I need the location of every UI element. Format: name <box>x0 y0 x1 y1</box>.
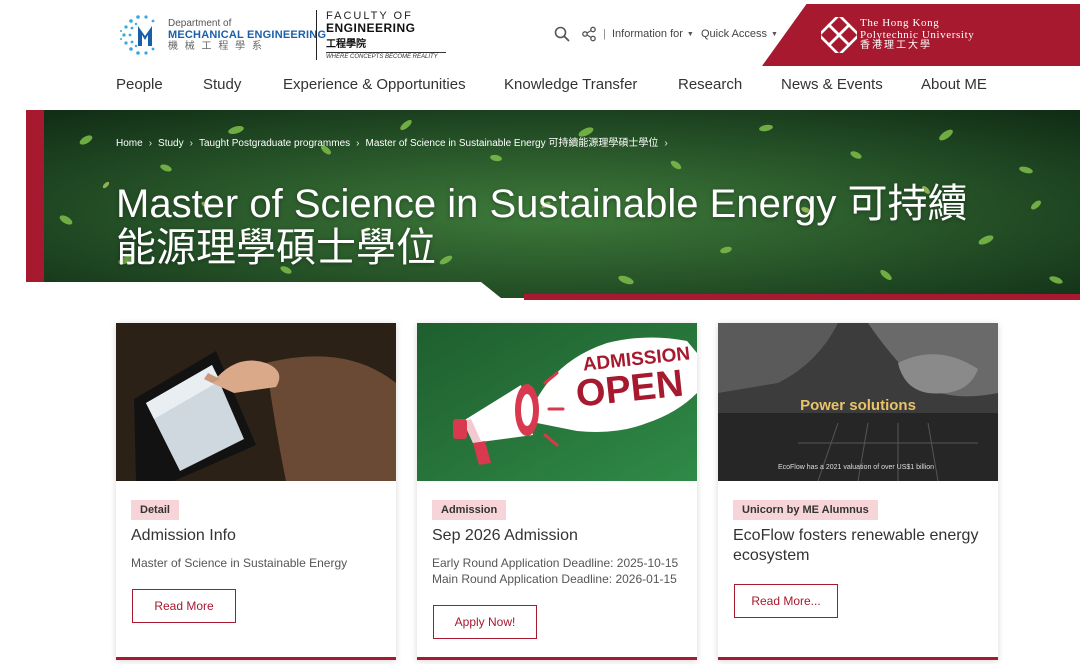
chevron-right-icon: › <box>148 138 153 149</box>
caret-down-icon: ▼ <box>771 30 778 38</box>
image-caption: EcoFlow has a 2021 valuation of over US$… <box>778 464 934 471</box>
dept-me-logo-icon <box>120 15 155 55</box>
breadcrumb: Home › Study › Taught Postgraduate programme… <box>116 134 674 149</box>
power-solutions-text: Power solutions <box>800 397 916 414</box>
nav-item-news-events[interactable]: News & Events <box>781 76 883 93</box>
card-ecoflow: Power solutions EcoFlow has a 2021 valua… <box>718 323 998 660</box>
breadcrumb-taught-postgraduate[interactable]: Taught Postgraduate programmes <box>199 138 350 149</box>
information-for-menu[interactable]: Information for ▼ <box>612 24 694 44</box>
search-button[interactable] <box>554 24 572 44</box>
faculty-logo-line2: ENGINEERING <box>326 21 416 35</box>
power-solutions-image: Power solutions EcoFlow has a 2021 valua… <box>718 323 998 481</box>
card-title[interactable]: EcoFlow fosters renewable energy ecosyst… <box>733 526 985 566</box>
read-more-button[interactable]: Read More... <box>734 584 838 618</box>
hero-banner: Home › Study › Taught Postgraduate programme… <box>26 110 1080 300</box>
utility-separator: | <box>603 28 606 40</box>
main-round-deadline: Main Round Application Deadline: 2026-01… <box>432 571 677 586</box>
hero-accent-line <box>524 294 1080 300</box>
share-icon <box>582 26 596 42</box>
early-round-deadline: Early Round Application Deadline: 2025-1… <box>432 556 679 570</box>
page-title: Master of Science in Sustainable Energy … <box>116 182 968 270</box>
card-title[interactable]: Sep 2026 Admission <box>432 526 684 546</box>
nav-item-study[interactable]: Study <box>203 76 241 93</box>
card-tag: Unicorn by ME Alumnus <box>733 500 878 520</box>
faculty-logo-tagline: WHERE CONCEPTS BECOME REALITY <box>326 52 446 60</box>
nav-item-about-me[interactable]: About ME <box>921 76 987 93</box>
quick-access-menu[interactable]: Quick Access ▼ <box>701 24 778 44</box>
card-title[interactable]: Admission Info <box>131 526 383 546</box>
caret-down-icon: ▼ <box>686 30 694 38</box>
card-admission-info: Detail Admission Info Master of Science … <box>116 323 396 660</box>
polyu-logo-line3: 香港理工大學 <box>860 40 932 52</box>
information-for-label: Information for <box>612 28 683 40</box>
card-sep-2026-admission: ADMISSION OPEN Admission Sep 2026 Admiss… <box>417 323 697 660</box>
faculty-logo[interactable]: FACULTY OF ENGINEERING 工程學院 WHERE CONCEP… <box>316 10 446 60</box>
card-subtitle: Early Round Application Deadline: 2025-1… <box>432 556 684 587</box>
search-icon <box>554 26 570 42</box>
card-tag: Detail <box>131 500 179 520</box>
chevron-right-icon: › <box>189 138 193 149</box>
breadcrumb-home[interactable]: Home <box>116 138 143 149</box>
admission-open-image: ADMISSION OPEN <box>417 323 697 481</box>
nav-item-experience-opportunities[interactable]: Experience & Opportunities <box>283 76 466 93</box>
faculty-logo-line3: 工程學院 <box>326 39 366 50</box>
chevron-right-icon: › <box>356 138 360 149</box>
breadcrumb-current: Master of Science in Sustainable Energy … <box>365 138 659 149</box>
dept-logo-line1: Department of <box>168 17 232 29</box>
share-button[interactable] <box>581 24 599 44</box>
polyu-emblem-icon <box>821 17 857 53</box>
hero-accent-bar <box>26 110 44 282</box>
card-subtitle: Master of Science in Sustainable Energy <box>131 556 348 570</box>
site-header: Department of MECHANICAL ENGINEERING 機 械… <box>0 0 1080 66</box>
breadcrumb-study[interactable]: Study <box>158 138 184 149</box>
quick-access-label: Quick Access <box>701 28 768 40</box>
chevron-right-icon: › <box>664 138 668 149</box>
nav-item-research[interactable]: Research <box>678 76 742 93</box>
main-nav: People Study Experience & Opportunities … <box>0 76 1080 98</box>
dept-logo-line3: 機 械 工 程 學 系 <box>168 41 264 53</box>
polyu-logo[interactable]: The Hong Kong Polytechnic University 香港理… <box>762 4 1080 66</box>
nav-item-knowledge-transfer[interactable]: Knowledge Transfer <box>504 76 637 93</box>
nav-item-people[interactable]: People <box>116 76 163 93</box>
polyu-logo-line1: The Hong Kong <box>860 17 940 29</box>
card-tag: Admission <box>432 500 507 520</box>
apply-now-button[interactable]: Apply Now! <box>433 605 537 639</box>
department-logo[interactable]: Department of MECHANICAL ENGINEERING 機 械… <box>116 12 326 58</box>
read-more-button[interactable]: Read More <box>132 589 236 623</box>
dept-logo-line2: MECHANICAL ENGINEERING <box>168 28 327 41</box>
tablet-photo-image <box>116 323 396 481</box>
